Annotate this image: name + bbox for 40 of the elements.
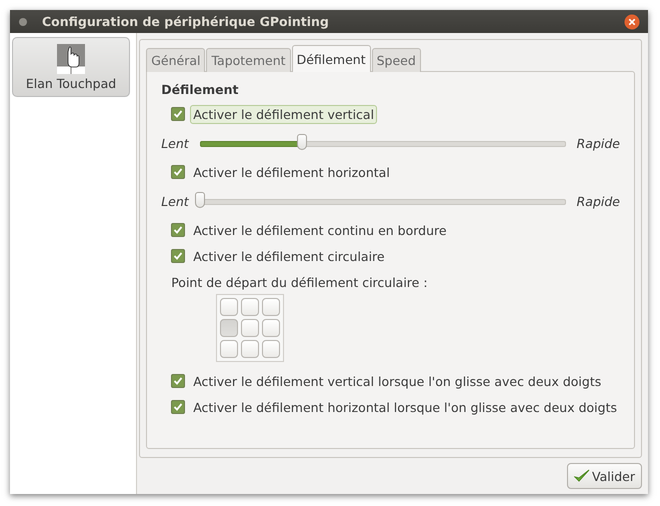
checkbox-label[interactable]: Activer le défilement horizontal lorsque l'on glisse avec deux doigts — [190, 398, 620, 416]
checkbox-label[interactable]: Activer le défilement horizontal — [190, 162, 393, 182]
checkbox[interactable] — [171, 249, 186, 263]
checkbox-label[interactable]: Activer le défilement vertical lorsque l'on glisse avec deux doigts — [190, 372, 604, 390]
tab[interactable]: Tapotement — [206, 48, 291, 72]
close-icon[interactable] — [624, 14, 640, 30]
checkbox[interactable] — [171, 374, 186, 388]
grid-cell-button[interactable] — [220, 340, 238, 358]
slider-min-label: Lent — [161, 136, 189, 150]
touchpad-hand-icon — [57, 44, 85, 74]
grid-cell-button[interactable] — [262, 298, 280, 316]
grid-cell-button[interactable] — [262, 340, 280, 358]
slider-max-label: Rapide — [576, 194, 620, 208]
checkbox[interactable] — [171, 400, 186, 414]
device-item[interactable]: Elan Touchpad — [12, 37, 130, 97]
grid-cell-button[interactable] — [241, 340, 260, 358]
field-label: Point de départ du défilement circulaire : — [171, 275, 429, 290]
grid-cell-button[interactable] — [262, 319, 280, 337]
checkmark-icon — [574, 469, 590, 483]
checkbox-label[interactable]: Activer le défilement continu en bordure — [190, 220, 450, 240]
grid-cell-button[interactable] — [241, 298, 260, 316]
tab[interactable]: Speed — [372, 48, 421, 72]
window-menu-icon[interactable] — [18, 16, 28, 26]
window-title: Configuration de périphérique GPointing — [42, 14, 329, 29]
checkbox[interactable] — [171, 165, 186, 179]
checkbox-label[interactable]: Activer le défilement vertical — [190, 104, 378, 124]
slider-max-label: Rapide — [576, 136, 620, 150]
grid-cell-button[interactable] — [220, 298, 238, 316]
tab[interactable]: Défilement — [292, 45, 371, 72]
grid-cell-button[interactable] — [220, 319, 238, 337]
checkbox-label[interactable]: Activer le défilement circulaire — [190, 246, 388, 266]
checkbox[interactable] — [171, 223, 186, 237]
slider-min-label: Lent — [161, 194, 189, 208]
slider-thumb[interactable] — [297, 134, 308, 150]
validate-button[interactable]: Valider — [567, 463, 642, 489]
slider-thumb[interactable] — [194, 192, 205, 208]
section-title: Défilement — [161, 82, 240, 97]
tab[interactable]: Général — [146, 48, 206, 72]
grid-cell-button[interactable] — [241, 319, 260, 337]
checkbox[interactable] — [171, 107, 186, 121]
